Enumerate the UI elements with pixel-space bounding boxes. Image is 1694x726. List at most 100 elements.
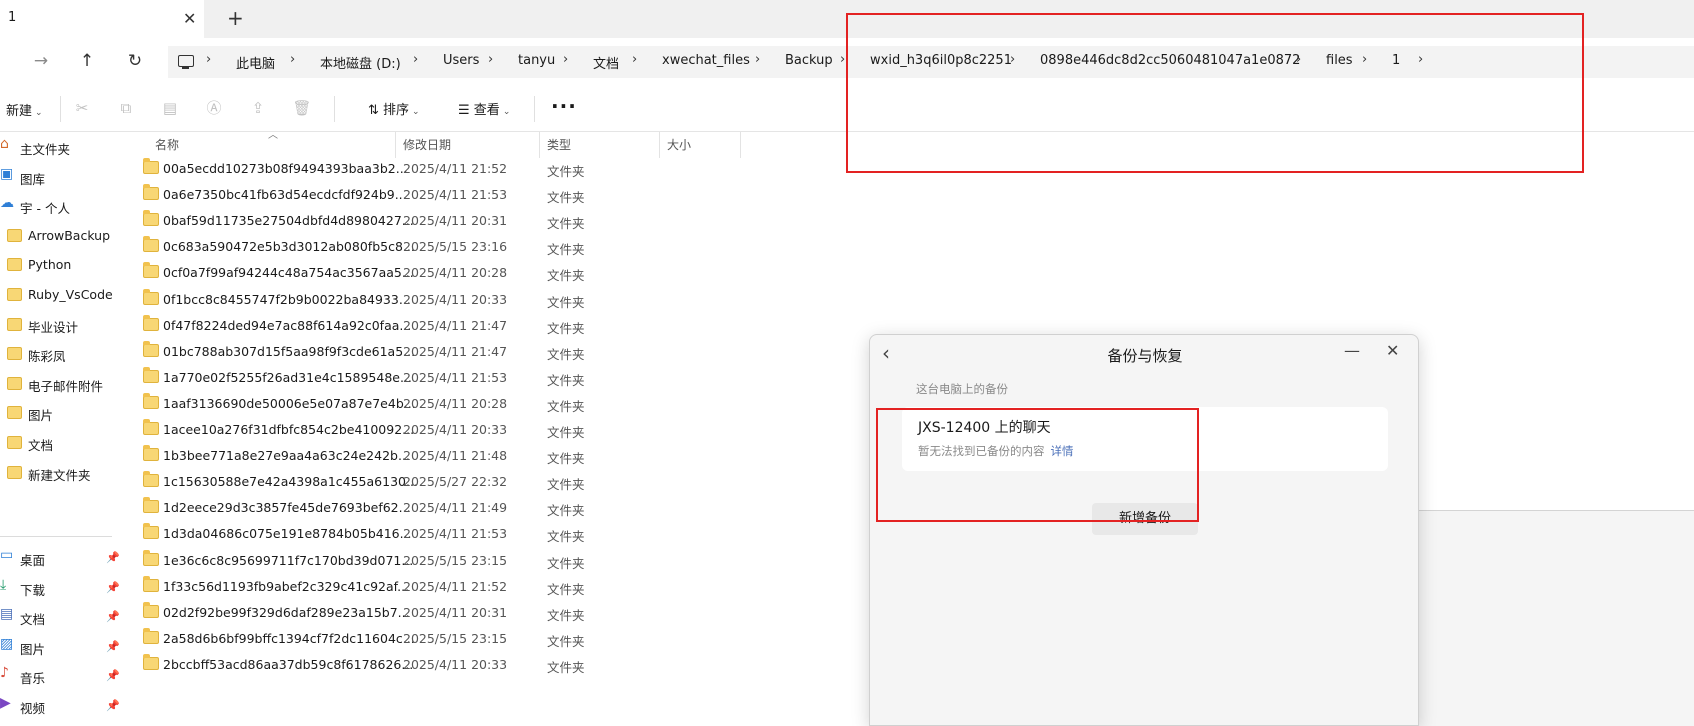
table-row[interactable]: 1acee10a276f31dfbfc854c2be410092... 2025/… [124, 417, 744, 445]
sidebar-item[interactable]: 陈彩凤 [0, 339, 124, 369]
pin-icon[interactable]: 📌 [106, 551, 120, 564]
breadcrumb-separator-icon[interactable]: › [563, 52, 568, 67]
new-button[interactable]: 新建 ⌄ [6, 100, 43, 119]
breadcrumb-item[interactable]: 文档 [593, 53, 619, 72]
table-row[interactable]: 0c683a590472e5b3d3012ab080fb5c8... 2025/5… [124, 234, 744, 262]
breadcrumb-item[interactable]: Users [443, 53, 479, 68]
breadcrumb-separator-icon[interactable]: › [488, 52, 493, 67]
sidebar-item[interactable]: 电子邮件附件 [0, 369, 124, 399]
sidebar-item[interactable]: ArrowBackup [0, 221, 124, 251]
table-row[interactable]: 0f47f8224ded94e7ac88f614a92c0faa... 2025/… [124, 313, 744, 341]
sidebar-item-label: 图库 [20, 171, 46, 187]
breadcrumb-separator-icon[interactable]: › [290, 52, 295, 67]
breadcrumb-item[interactable]: 本地磁盘 (D:) [320, 53, 401, 72]
breadcrumb-separator-icon[interactable]: › [413, 52, 418, 67]
minimize-icon[interactable]: — [1344, 341, 1360, 360]
new-tab-icon[interactable]: + [227, 6, 244, 30]
folder-icon [143, 419, 159, 435]
column-header-size[interactable]: 大小 [667, 136, 691, 153]
breadcrumb-item[interactable]: tanyu [518, 53, 555, 68]
annotation-box-address [846, 13, 1584, 173]
tab-active[interactable]: 1 ✕ [0, 0, 204, 38]
share-icon[interactable]: ⇪ [248, 98, 268, 118]
close-tab-icon[interactable]: ✕ [183, 9, 196, 28]
file-name: 0f47f8224ded94e7ac88f614a92c0faa... [163, 317, 412, 333]
sidebar-item[interactable]: ☁ 宇 - 个人 [0, 191, 124, 221]
close-icon[interactable]: ✕ [1386, 341, 1399, 360]
paste-icon[interactable]: ▤ [160, 98, 180, 118]
sidebar-item[interactable]: 新建文件夹 [0, 458, 124, 488]
folder-icon [143, 314, 159, 331]
table-row[interactable]: 1c15630588e7e42a4398a1c455a6130... 2025/5… [124, 469, 744, 497]
file-date: 2025/4/11 21:47 [403, 343, 508, 359]
refresh-icon[interactable]: ↻ [122, 48, 148, 74]
cut-icon[interactable]: ✂ [72, 98, 92, 118]
sidebar-item-label: 视频 [20, 701, 46, 716]
folder-icon [143, 366, 159, 383]
table-row[interactable]: 2bccbff53acd86aa37db59c8f6178626... 2025/… [124, 652, 744, 680]
breadcrumb-item[interactable]: xwechat_files [662, 53, 750, 68]
table-row[interactable]: 2a58d6b6bf99bffc1394cf7f2dc11604c... 2025… [124, 626, 744, 654]
column-divider[interactable] [395, 132, 396, 158]
table-row[interactable]: 0f1bcc8c8455747f2b9b0022ba84933... 2025/4… [124, 287, 744, 315]
sidebar-item[interactable]: 文档 [0, 428, 124, 458]
column-divider[interactable] [539, 132, 540, 158]
pin-icon[interactable]: 📌 [106, 699, 120, 712]
rename-icon[interactable]: Ⓐ [204, 98, 224, 118]
delete-icon[interactable]: 🗑 [292, 98, 312, 118]
sidebar-item[interactable]: ♪ 音乐 📌 [0, 661, 124, 691]
table-row[interactable]: 1d2eece29d3c3857fe45de7693bef62... 2025/4… [124, 495, 744, 523]
table-row[interactable]: 02d2f92be99f329d6daf289e23a15b7... 2025/4… [124, 600, 744, 628]
breadcrumb-separator-icon[interactable]: › [632, 52, 637, 67]
table-row[interactable]: 1f33c56d1193fb9abef2c329c41c92af... 2025/… [124, 574, 744, 602]
breadcrumb-separator-icon[interactable]: › [840, 52, 845, 67]
column-header-name[interactable]: 名称 [155, 136, 179, 153]
sidebar-item[interactable]: 毕业设计 [0, 310, 124, 340]
computer-icon[interactable] [178, 55, 194, 69]
column-header-type[interactable]: 类型 [547, 136, 571, 153]
table-row[interactable]: 00a5ecdd10273b08f9494393baa3b2... 2025/4/… [124, 156, 744, 184]
table-row[interactable]: 1b3bee771a8e27e9aa4a63c24e242b... 2025/4/… [124, 443, 744, 471]
sidebar-item[interactable]: 图片 [0, 398, 124, 428]
more-options-button[interactable]: ··· [551, 94, 577, 118]
table-row[interactable]: 1a770e02f5255f26ad31e4c1589548e... 2025/4… [124, 365, 744, 393]
table-row[interactable]: 0cf0a7f99af94244c48a754ac3567aa5... 2025/… [124, 260, 744, 288]
pin-icon[interactable]: 📌 [106, 610, 120, 623]
breadcrumb-separator-icon[interactable]: › [206, 52, 211, 67]
file-date: 2025/4/11 20:31 [403, 213, 508, 229]
up-arrow-icon[interactable]: ↑ [74, 48, 100, 74]
sidebar-item[interactable]: ▶ 视频 📌 [0, 691, 124, 721]
pin-icon[interactable]: 📌 [106, 581, 120, 594]
breadcrumb-item[interactable]: Backup [785, 53, 833, 68]
view-button[interactable]: ☰ 查看 ⌄ [458, 99, 510, 118]
folder-icon [143, 392, 159, 409]
column-divider[interactable] [659, 132, 660, 158]
sidebar-item[interactable]: ▣ 图库 [0, 162, 124, 192]
folder-icon [7, 347, 22, 361]
table-row[interactable]: 01bc788ab307d15f5aa98f9f3cde61a5... 2025/… [124, 339, 744, 367]
forward-arrow-icon[interactable]: → [28, 48, 54, 74]
copy-icon[interactable]: ⧉ [116, 98, 136, 118]
sidebar-item[interactable]: ⤓ 下载 📌 [0, 573, 124, 603]
sidebar-item-label: 音乐 [20, 671, 46, 687]
table-row[interactable]: 1e36c6c8c95699711f7c170bd39d071... 2025/5… [124, 548, 744, 576]
sidebar-item[interactable]: ⌂ 主文件夹 [0, 132, 124, 162]
pin-icon[interactable]: 📌 [106, 640, 120, 653]
sidebar-item[interactable]: ▨ 图片 📌 [0, 632, 124, 662]
sidebar-item[interactable]: ▤ 文档 📌 [0, 602, 124, 632]
file-date: 2025/4/11 21:49 [403, 500, 508, 516]
table-row[interactable]: 1aaf3136690de50006e5e07a87e7e4b... 2025/4… [124, 391, 744, 419]
sort-button[interactable]: ⇅ 排序 ⌄ [368, 99, 420, 118]
sidebar-item[interactable]: ▭ 桌面 📌 [0, 543, 124, 573]
sidebar-item[interactable]: Ruby_VsCode [0, 280, 124, 310]
file-date: 2025/4/11 21:52 [403, 161, 508, 176]
pin-icon[interactable]: 📌 [106, 669, 120, 682]
table-row[interactable]: 0baf59d11735e27504dbfd4d8980427... 2025/4… [124, 208, 744, 236]
column-header-date[interactable]: 修改日期 [403, 136, 451, 153]
sidebar-item[interactable]: Python [0, 250, 124, 280]
breadcrumb-separator-icon[interactable]: › [755, 52, 760, 67]
table-row[interactable]: 0a6e7350bc41fb63d54ecdcfdf924b9... 2025/4… [124, 182, 744, 210]
column-divider[interactable] [740, 132, 741, 158]
table-row[interactable]: 1d3da04686c075e191e8784b05b416... 2025/4/… [124, 521, 744, 549]
breadcrumb-item[interactable]: 此电脑 [236, 53, 275, 72]
